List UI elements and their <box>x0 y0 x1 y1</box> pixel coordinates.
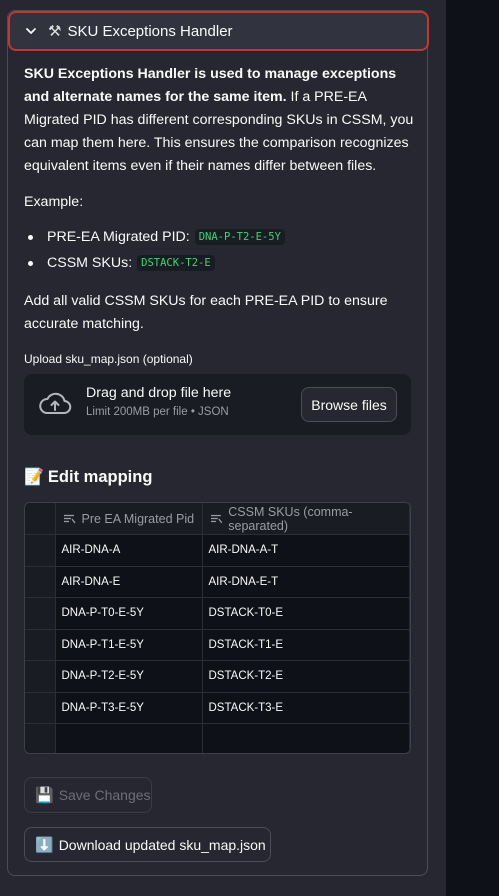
column-header-label: CSSM SKUs (comma-separated) <box>228 504 353 533</box>
sku-cell[interactable]: DSTACK-T0-E <box>202 597 410 630</box>
expander-content: SKU Exceptions Handler is used to manage… <box>24 63 414 862</box>
example-pid-label: PRE-EA Migrated PID: <box>47 229 190 245</box>
dropzone-text: Drag and drop file here Limit 200MB per … <box>86 385 231 418</box>
save-changes-label: Save Changes <box>58 787 151 803</box>
upload-label: Upload sku_map.json (optional) <box>24 352 193 366</box>
row-index-cell[interactable] <box>25 692 56 724</box>
pid-cell[interactable]: DNA-P-T1-E-5Y <box>55 629 203 661</box>
row-index-cell[interactable] <box>25 534 56 567</box>
download-button[interactable]: ⬇️ Download updated sku_map.json <box>24 827 271 862</box>
row-index-cell[interactable] <box>25 629 56 661</box>
table-row[interactable]: DNA-P-T0-E-5Y DSTACK-T0-E <box>25 597 410 630</box>
pid-cell[interactable]: DNA-P-T3-E-5Y <box>55 692 203 724</box>
pid-cell[interactable]: DNA-P-T0-E-5Y <box>55 597 203 630</box>
row-index-cell[interactable] <box>25 566 56 598</box>
row-index-cell[interactable] <box>25 597 56 630</box>
expander-header[interactable]: ⚒ SKU Exceptions Handler <box>8 11 429 51</box>
example-sku-code: DSTACK-T2-E <box>137 255 215 271</box>
row-index-cell[interactable] <box>25 660 56 693</box>
expander-title: SKU Exceptions Handler <box>67 22 233 40</box>
example-list: PRE-EA Migrated PID: DNA-P-T2-E-5Y CSSM … <box>24 224 414 276</box>
sku-cell[interactable]: DSTACK-T3-E <box>202 692 410 724</box>
sku-exceptions-expander: ⚒ SKU Exceptions Handler SKU Exceptions … <box>7 10 429 876</box>
list-item: CSSM SKUs: DSTACK-T2-E <box>24 250 414 276</box>
floppy-disk-icon: 💾 <box>35 787 54 804</box>
text-column-icon <box>63 514 76 523</box>
right-panel <box>446 0 499 896</box>
down-arrow-icon: ⬇️ <box>35 836 54 854</box>
edit-mapping-heading: 📝 Edit mapping <box>24 467 414 487</box>
browse-files-button[interactable]: Browse files <box>301 387 397 422</box>
edit-mapping-title: Edit mapping <box>47 467 153 486</box>
sku-cell[interactable]: DSTACK-T1-E <box>202 629 410 661</box>
column-header-label: Pre EA Migrated Pid <box>81 511 195 526</box>
outro-text: Add all valid CSSM SKUs for each PRE-EA … <box>24 293 388 332</box>
mapping-data-editor[interactable]: Pre EA Migrated Pid CSSM SKUs (comma-sep… <box>24 502 411 754</box>
text-column-icon <box>210 514 222 523</box>
pid-cell[interactable] <box>55 723 203 753</box>
list-item: PRE-EA Migrated PID: DNA-P-T2-E-5Y <box>24 224 414 250</box>
pid-cell[interactable]: DNA-P-T2-E-5Y <box>55 660 203 693</box>
add-row[interactable] <box>25 723 410 753</box>
bullet-icon <box>28 234 33 240</box>
sku-cell[interactable]: AIR-DNA-E-T <box>202 566 410 598</box>
example-sku-label: CSSM SKUs: <box>47 255 133 271</box>
table-row[interactable]: AIR-DNA-A AIR-DNA-A-T <box>25 534 410 567</box>
description: SKU Exceptions Handler is used to manage… <box>24 63 414 178</box>
row-index-cell[interactable] <box>25 723 56 753</box>
memo-icon: 📝 <box>24 469 44 486</box>
chevron-down-icon <box>26 28 36 34</box>
hammer-and-wrench-icon: ⚒ <box>48 23 62 40</box>
sku-cell[interactable] <box>202 723 410 753</box>
file-dropzone[interactable]: Drag and drop file here Limit 200MB per … <box>24 374 411 435</box>
table-header-row: Pre EA Migrated Pid CSSM SKUs (comma-sep… <box>25 503 410 535</box>
table-row[interactable]: DNA-P-T3-E-5Y DSTACK-T3-E <box>25 692 410 724</box>
cloud-upload-icon <box>39 392 72 414</box>
dropzone-title: Drag and drop file here <box>86 385 232 401</box>
sku-cell[interactable]: DSTACK-T2-E <box>202 660 410 693</box>
sku-cell[interactable]: AIR-DNA-A-T <box>202 534 410 567</box>
pid-cell[interactable]: AIR-DNA-A <box>55 534 203 567</box>
save-changes-button[interactable]: 💾 Save Changes <box>24 777 152 813</box>
column-header-pid[interactable]: Pre EA Migrated Pid <box>55 503 203 535</box>
example-label: Example: <box>24 194 84 210</box>
table-row[interactable]: DNA-P-T2-E-5Y DSTACK-T2-E <box>25 660 410 693</box>
dropzone-limit: Limit 200MB per file • JSON <box>86 406 229 418</box>
download-label: Download updated sku_map.json <box>58 836 266 853</box>
bullet-icon <box>28 260 33 266</box>
table-row[interactable]: DNA-P-T1-E-5Y DSTACK-T1-E <box>25 629 410 661</box>
row-index-header <box>25 503 56 535</box>
column-header-skus[interactable]: CSSM SKUs (comma-separated) <box>202 503 410 535</box>
example-pid-code: DNA-P-T2-E-5Y <box>194 229 285 245</box>
table-row[interactable]: AIR-DNA-E AIR-DNA-E-T <box>25 566 410 598</box>
pid-cell[interactable]: AIR-DNA-E <box>55 566 203 598</box>
